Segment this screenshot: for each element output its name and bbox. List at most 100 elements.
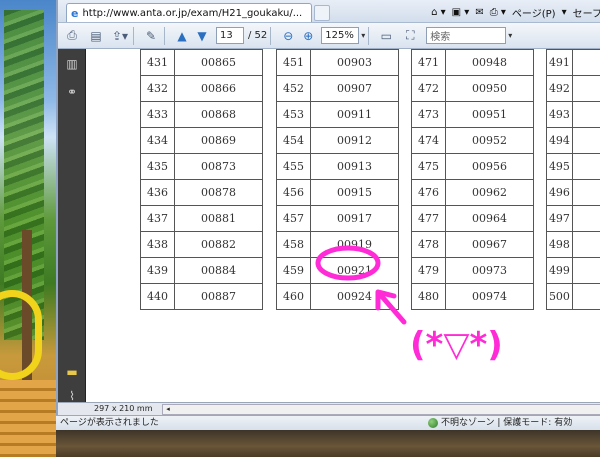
find-icon[interactable]: ⚭ [64,85,80,101]
exam-number [571,231,600,258]
page-number-input[interactable]: 13 [216,27,244,44]
table-row: 478 00967 [411,231,534,258]
row-number: 460 [276,283,311,310]
row-number: 479 [411,257,446,284]
table-row: 455 00913 [276,153,399,180]
row-number: 437 [140,205,175,232]
print-icon[interactable]: ⎙ [62,26,82,46]
table-row: 492 [546,75,600,102]
table-row: 435 00873 [140,153,263,180]
exam-number [571,257,600,284]
comment-icon[interactable]: ▬ [64,365,80,381]
pdf-toolbar: ⎙ ▤ ⇪▾ ✎ ▲ ▼ 13 / 52 ⊖ ⊕ 125% ▾ ▭ ⛶ 検索 ▾ [58,23,600,49]
row-number: 458 [276,231,311,258]
toolbar-divider [270,26,272,45]
number-table-4: 491 492 493 494 495 496 497 498 499 500 [546,49,600,310]
table-row: 440 00887 [140,283,263,310]
zoom-out-icon[interactable]: ⊖ [278,26,298,46]
status-text: ページが表示されました [60,418,159,428]
print-icon[interactable]: ⎙ ▾ [490,7,506,18]
exam-number [571,205,600,232]
row-number: 431 [140,49,175,76]
row-number: 477 [411,205,446,232]
home-icon[interactable]: ⌂ ▾ [431,7,446,18]
scroll-left-icon[interactable]: ◂ [163,405,173,414]
sign-icon[interactable]: ✎ [141,26,161,46]
row-number: 493 [546,101,573,128]
table-row: 491 [546,49,600,76]
chevron-down-icon[interactable]: ▾ [508,31,512,40]
table-row: 432 00866 [140,75,263,102]
row-number: 457 [276,205,311,232]
save-icon[interactable]: ▤ [86,26,106,46]
zoom-in-icon[interactable]: ⊕ [298,26,318,46]
row-number: 453 [276,101,311,128]
exam-number [571,153,600,180]
pdf-document-view[interactable]: 431 00865 432 00866 433 00868 434 00869 435 00873… [86,49,600,402]
table-row: 499 [546,257,600,284]
globe-icon [428,418,438,428]
table-row: 476 00962 [411,179,534,206]
table-row: 494 [546,127,600,154]
exam-number: 00903 [310,49,399,76]
toolbar-divider [368,26,370,45]
table-row: 496 [546,179,600,206]
exam-number: 00868 [174,101,263,128]
fit-page-icon[interactable]: ⛶ [400,26,420,46]
table-row: 434 00869 [140,127,263,154]
table-row: 480 00974 [411,283,534,310]
exam-number: 00869 [174,127,263,154]
safety-menu[interactable]: セーフ [573,5,600,20]
table-row: 500 [546,283,600,310]
search-input[interactable]: 検索 [426,27,507,44]
page-menu-caret[interactable]: ▾ [562,7,567,18]
row-number: 497 [546,205,573,232]
exam-number: 00948 [445,49,534,76]
mail-icon[interactable]: ✉ [475,7,483,18]
table-row: 456 00915 [276,179,399,206]
row-number: 480 [411,283,446,310]
exam-number [571,283,600,310]
row-number: 459 [276,257,311,284]
exam-number: 00952 [445,127,534,154]
row-number: 494 [546,127,573,154]
row-number: 498 [546,231,573,258]
browser-tab[interactable]: e http://www.anta.or.jp/exam/H21_goukaku… [66,3,312,22]
pages-icon[interactable]: ▥ [64,57,80,73]
exam-number: 00915 [310,179,399,206]
exam-number: 00873 [174,153,263,180]
row-number: 454 [276,127,311,154]
desktop-wallpaper [0,0,60,457]
exam-number [571,101,600,128]
exam-number: 00967 [445,231,534,258]
page-menu[interactable]: ページ(P) [512,5,556,20]
zoom-select[interactable]: 125% [321,27,360,44]
row-number: 496 [546,179,573,206]
table-row: 460 00924 [276,283,399,310]
exam-number: 00912 [310,127,399,154]
feeds-icon[interactable]: ▣ ▾ [452,7,470,18]
fit-width-icon[interactable]: ▭ [376,26,396,46]
prev-page-icon[interactable]: ▲ [172,26,192,46]
horizontal-scrollbar[interactable]: ◂ [162,404,600,415]
exam-number: 00887 [174,283,263,310]
row-number: 452 [276,75,311,102]
row-number: 473 [411,101,446,128]
number-table-3: 471 00948 472 00950 473 00951 474 00952 475 00956… [411,49,534,310]
table-row: 498 [546,231,600,258]
table-row: 474 00952 [411,127,534,154]
exam-number: 00962 [445,179,534,206]
export-icon[interactable]: ⇪▾ [110,26,130,46]
table-row: 493 [546,101,600,128]
zone-indicator[interactable]: 不明なゾーン | 保護モード: 有効 [428,416,572,430]
row-number: 491 [546,49,573,76]
exam-number: 00917 [310,205,399,232]
table-row: 497 [546,205,600,232]
new-tab-button[interactable] [314,5,330,21]
chevron-down-icon[interactable]: ▾ [361,31,365,40]
table-row: 475 00956 [411,153,534,180]
next-page-icon[interactable]: ▼ [192,26,212,46]
row-number: 478 [411,231,446,258]
exam-number [571,49,600,76]
table-row: 454 00912 [276,127,399,154]
